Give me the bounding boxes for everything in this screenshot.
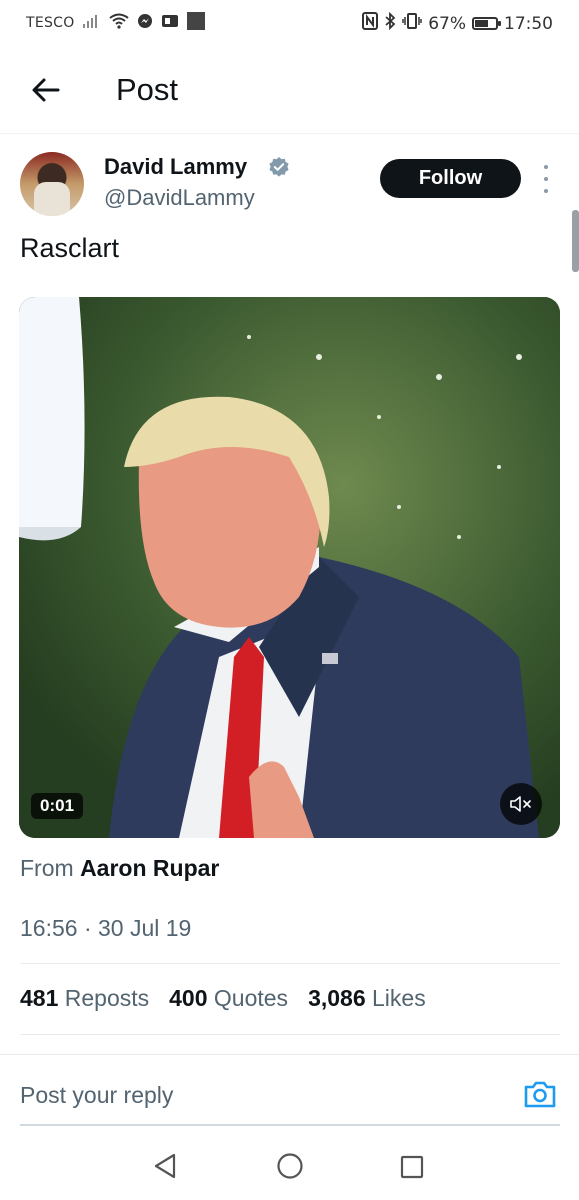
- video-player[interactable]: 0:01: [19, 297, 560, 838]
- status-right: 67% 17:50: [362, 11, 553, 35]
- arrow-left-icon: [32, 78, 60, 102]
- page-title: Post: [116, 72, 179, 107]
- quotes-label: Quotes: [213, 985, 289, 1011]
- avatar-figure: [34, 182, 70, 216]
- camera-icon[interactable]: [523, 1079, 557, 1109]
- reply-input[interactable]: Post your reply: [20, 1082, 173, 1109]
- divider: [20, 963, 560, 964]
- status-bar: TESCO 67% 17:50: [0, 0, 579, 44]
- nfc-icon: [362, 12, 379, 35]
- author-handle[interactable]: @DavidLammy: [104, 185, 255, 211]
- circle-home-icon: [277, 1153, 303, 1179]
- video-source: From Aaron Rupar: [20, 855, 219, 882]
- back-button[interactable]: [28, 72, 64, 108]
- battery-fill: [475, 20, 489, 27]
- more-vertical-icon[interactable]: [538, 165, 554, 193]
- verified-badge-icon: [268, 156, 290, 183]
- scrollbar-thumb[interactable]: [572, 210, 579, 272]
- likes-stat[interactable]: 3,086 Likes: [308, 985, 426, 1012]
- quotes-count: 400: [169, 985, 208, 1011]
- video-timestamp: 0:01: [31, 793, 84, 819]
- image-notification-icon: [186, 12, 205, 34]
- nav-home-button[interactable]: [276, 1152, 304, 1185]
- app-notification-icon: [161, 13, 179, 33]
- nav-back-button[interactable]: [152, 1152, 178, 1185]
- reposts-stat[interactable]: 481 Reposts: [20, 985, 149, 1012]
- signal-icon: [82, 14, 101, 32]
- top-app-bar: Post: [0, 44, 579, 134]
- post-text: Rasclart: [20, 233, 120, 263]
- quotes-stat[interactable]: 400 Quotes: [169, 985, 288, 1012]
- clock: 17:50: [504, 13, 553, 34]
- nav-recents-button[interactable]: [400, 1155, 424, 1184]
- likes-count: 3,086: [308, 985, 366, 1011]
- author-name[interactable]: David Lammy: [104, 154, 247, 180]
- battery-percent: 67%: [428, 13, 466, 34]
- post-date[interactable]: 16:56 · 30 Jul 19: [20, 915, 191, 942]
- source-name[interactable]: Aaron Rupar: [80, 855, 219, 881]
- avatar[interactable]: [20, 152, 84, 216]
- video-frame: [19, 297, 560, 838]
- reply-bar: Post your reply: [0, 1054, 579, 1127]
- triangle-back-icon: [154, 1153, 176, 1179]
- reposts-label: Reposts: [64, 985, 150, 1011]
- reposts-count: 481: [20, 985, 59, 1011]
- wifi-icon: [108, 13, 129, 33]
- vibrate-icon: [402, 12, 422, 35]
- square-recents-icon: [400, 1155, 424, 1179]
- source-prefix: From: [20, 855, 74, 881]
- volume-muted-icon: [510, 796, 531, 812]
- carrier-label: TESCO: [26, 15, 75, 31]
- reply-underline: [20, 1124, 560, 1126]
- status-left: TESCO: [26, 12, 205, 34]
- mute-button[interactable]: [500, 783, 542, 825]
- bluetooth-icon: [384, 11, 396, 35]
- divider: [20, 1034, 560, 1035]
- engagement-stats: 481 Reposts 400 Quotes 3,086 Likes: [20, 985, 426, 1012]
- system-nav-bar: [0, 1130, 579, 1200]
- messenger-icon: [137, 13, 153, 33]
- follow-button[interactable]: Follow: [380, 159, 521, 198]
- likes-label: Likes: [372, 985, 426, 1011]
- battery-icon: [472, 17, 501, 30]
